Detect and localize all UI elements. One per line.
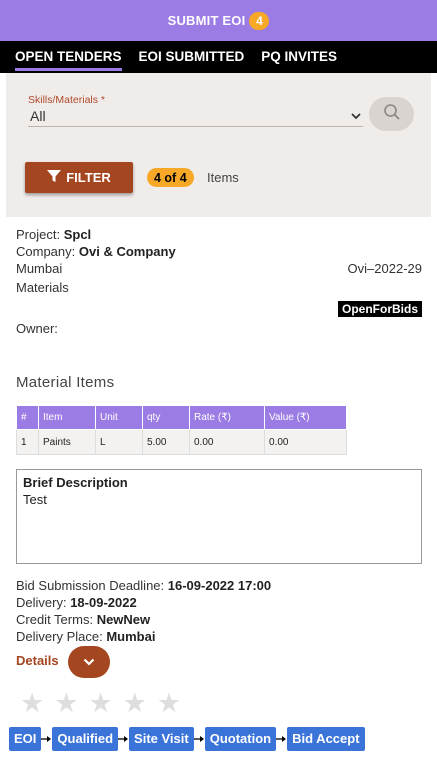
credit-terms-line: Credit Terms: NewNew — [16, 612, 150, 627]
details-label[interactable]: Details — [16, 653, 59, 668]
delivery-place-line: Delivery Place: Mumbai — [16, 629, 155, 644]
rating-stars: ★ ★ ★ ★ ★ — [20, 690, 191, 717]
delivery-place-value: Mumbai — [106, 629, 156, 644]
col-header-rate: Rate (₹) — [189, 405, 265, 430]
step-qualified[interactable]: Qualified — [52, 727, 119, 751]
owner-label: Owner: — [16, 321, 58, 336]
brief-description-title: Brief Description — [23, 475, 128, 490]
skills-materials-value: All — [30, 107, 46, 124]
skills-materials-select[interactable]: All — [28, 105, 363, 127]
credit-terms-value: NewNew — [96, 612, 151, 627]
cell-index: 1 — [16, 429, 39, 455]
delivery-line: Delivery: 18-09-2022 — [16, 595, 137, 610]
brief-description-text: Test — [23, 492, 47, 507]
workflow-steps: EOI Qualified Site Visit Quotation Bid A… — [9, 727, 429, 751]
arrow-right-icon — [41, 735, 52, 743]
top-bar: SUBMIT EOI 4 — [0, 0, 437, 41]
col-header-qty: qty — [142, 405, 190, 430]
project-value: Spcl — [63, 227, 92, 242]
cell-value: 0.00 — [264, 429, 347, 455]
arrow-right-icon — [118, 735, 129, 743]
cell-rate: 0.00 — [189, 429, 265, 455]
city-text: Mumbai — [16, 261, 63, 276]
deadline-line: Bid Submission Deadline: 16-09-2022 17:0… — [16, 578, 271, 593]
table-header-row: # Item Unit qty Rate (₹) Value (₹) — [16, 405, 347, 430]
items-count-badge: 4 of 4 — [147, 168, 194, 187]
arrow-right-icon — [193, 735, 205, 743]
cell-unit: L — [95, 429, 143, 455]
tab-bar: OPEN TENDERS EOI SUBMITTED PQ INVITES — [0, 41, 437, 73]
chevron-down-icon — [83, 653, 95, 671]
project-line: Project: Spcl — [16, 227, 91, 242]
company-value: Ovi & Company — [78, 244, 176, 259]
status-badge: OpenForBids — [337, 301, 422, 317]
col-header-unit: Unit — [95, 405, 143, 430]
delivery-place-label: Delivery Place: — [16, 629, 103, 644]
project-label: Project: — [16, 227, 61, 242]
col-header-item: Item — [38, 405, 96, 430]
category-text: Materials — [16, 280, 69, 295]
step-quotation[interactable]: Quotation — [204, 727, 277, 751]
tab-eoi-submitted[interactable]: EOI SUBMITTED — [139, 41, 245, 73]
step-site-visit[interactable]: Site Visit — [129, 727, 194, 751]
step-eoi[interactable]: EOI — [9, 727, 42, 751]
tab-open-tenders[interactable]: OPEN TENDERS — [15, 41, 122, 73]
filter-panel: Skills/Materials * All FILTER 4 of 4 Ite… — [6, 73, 431, 217]
tender-card: Project: Spcl Company: Ovi & Company Mum… — [6, 217, 431, 777]
star-icon[interactable]: ★ — [54, 690, 78, 717]
search-icon — [383, 103, 401, 126]
star-icon[interactable]: ★ — [20, 690, 44, 717]
material-items-table: # Item Unit qty Rate (₹) Value (₹) 1 Pai… — [16, 405, 347, 455]
brief-description-box: Brief Description Test — [16, 469, 422, 564]
col-header-value: Value (₹) — [264, 405, 347, 430]
items-label: Items — [207, 170, 239, 185]
cell-qty: 5.00 — [142, 429, 190, 455]
filter-icon — [47, 169, 66, 186]
arrow-right-icon — [276, 735, 287, 743]
star-icon[interactable]: ★ — [157, 690, 181, 717]
cell-item: Paints — [38, 429, 96, 455]
submit-eoi-title[interactable]: SUBMIT EOI — [168, 13, 246, 28]
tab-pq-invites[interactable]: PQ INVITES — [261, 41, 337, 73]
chevron-down-icon — [351, 109, 361, 123]
star-icon[interactable]: ★ — [123, 690, 147, 717]
delivery-value: 18-09-2022 — [70, 595, 137, 610]
search-button[interactable] — [369, 97, 414, 131]
table-row: 1 Paints L 5.00 0.00 0.00 — [16, 429, 347, 455]
details-expand-button[interactable] — [68, 646, 110, 678]
tender-ref: Ovi–2022-29 — [347, 261, 422, 276]
material-items-title: Material Items — [16, 374, 115, 391]
deadline-label: Bid Submission Deadline: — [16, 578, 165, 593]
delivery-label: Delivery: — [16, 595, 67, 610]
filter-button-label: FILTER — [66, 170, 111, 185]
company-line: Company: Ovi & Company — [16, 244, 176, 259]
step-bid-accept[interactable]: Bid Accept — [287, 727, 365, 751]
company-label: Company: — [16, 244, 76, 259]
star-icon[interactable]: ★ — [88, 690, 112, 717]
deadline-value: 16-09-2022 17:00 — [167, 578, 272, 593]
eoi-count-badge: 4 — [249, 11, 270, 30]
filter-button[interactable]: FILTER — [25, 162, 133, 193]
credit-terms-label: Credit Terms: — [16, 612, 94, 627]
col-header-index: # — [16, 405, 39, 430]
